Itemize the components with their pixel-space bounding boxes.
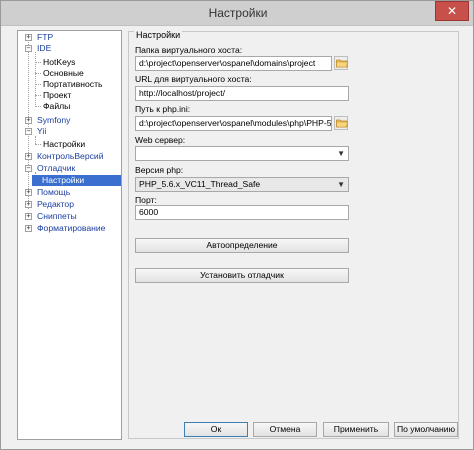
expand-icon[interactable]: + <box>25 213 32 220</box>
tree-item-project[interactable]: Проект <box>18 90 121 101</box>
port-input[interactable]: 6000 <box>135 205 349 220</box>
web-server-select[interactable]: ▼ <box>135 146 349 161</box>
tree-item-label: Основные <box>43 68 84 78</box>
web-server-label: Web сервер: <box>135 135 186 145</box>
tree-item-label: Портативность <box>43 79 103 89</box>
tree-item-editor[interactable]: + Редактор <box>18 199 121 210</box>
tree-item-portability[interactable]: Портативность <box>18 79 121 90</box>
tree-item-version-control[interactable]: + КонтрольВерсий <box>18 151 121 162</box>
tree-item-snippets[interactable]: + Сниппеты <box>18 211 121 222</box>
tree-item-hotkeys[interactable]: HotKeys <box>18 57 121 68</box>
tree-item-ftp[interactable]: + FTP <box>18 32 121 43</box>
folder-icon <box>336 59 348 68</box>
folder-icon <box>336 119 348 128</box>
tree-item-help[interactable]: + Помощь <box>18 187 121 198</box>
expand-icon[interactable]: + <box>25 201 32 208</box>
tree-item-label: Настройки <box>43 139 86 149</box>
expand-icon[interactable]: + <box>25 117 32 124</box>
apply-button[interactable]: Применить <box>323 422 389 437</box>
tree-item-general[interactable]: Основные <box>18 68 121 79</box>
tree-item-yii-settings[interactable]: Настройки <box>18 139 121 150</box>
tree-item-label: Yii <box>37 126 47 136</box>
chevron-down-icon: ▼ <box>337 180 345 189</box>
settings-window: Настройки ✕ + FTP − IDE HotKeys Основные… <box>0 0 474 450</box>
settings-tree[interactable]: + FTP − IDE HotKeys Основные Портативнос… <box>17 30 122 440</box>
tree-item-debugger[interactable]: − Отладчик <box>18 163 121 174</box>
title-bar: Настройки ✕ <box>1 1 473 26</box>
host-folder-browse-button[interactable] <box>334 56 348 70</box>
tree-item-formatting[interactable]: + Форматирование <box>18 223 121 234</box>
window-title: Настройки <box>208 6 268 20</box>
collapse-icon[interactable]: − <box>25 165 32 172</box>
tree-item-debugger-settings[interactable]: Настройки <box>32 175 121 186</box>
php-version-label: Версия php: <box>135 165 184 175</box>
tree-item-label: Symfony <box>37 115 71 125</box>
php-ini-browse-button[interactable] <box>334 116 348 130</box>
collapse-icon[interactable]: − <box>25 128 32 135</box>
php-ini-label: Путь к php.ini: <box>135 104 191 114</box>
port-label: Порт: <box>135 195 157 205</box>
default-button[interactable]: По умолчанию <box>394 422 458 437</box>
expand-icon[interactable]: + <box>25 225 32 232</box>
php-version-select[interactable]: PHP_5.6.x_VC11_Thread_Safe ▼ <box>135 177 349 192</box>
ok-button[interactable]: Ок <box>184 422 248 437</box>
host-folder-input[interactable]: d:\project\openserver\ospanel\domains\pr… <box>135 56 332 71</box>
host-url-label: URL для виртуального хоста: <box>135 74 252 84</box>
install-debugger-button[interactable]: Установить отладчик <box>135 268 349 283</box>
php-ini-input[interactable]: d:\project\openserver\ospanel\modules\ph… <box>135 116 332 131</box>
expand-icon[interactable]: + <box>25 34 32 41</box>
host-folder-label: Папка виртуального хоста: <box>135 45 243 55</box>
tree-item-label: Форматирование <box>37 223 106 233</box>
host-url-input[interactable]: http://localhost/project/ <box>135 86 349 101</box>
tree-item-label: Файлы <box>43 101 71 111</box>
php-version-value: PHP_5.6.x_VC11_Thread_Safe <box>139 179 261 189</box>
tree-item-label: HotKeys <box>43 57 76 67</box>
tree-item-ide[interactable]: − IDE <box>18 43 121 54</box>
tree-item-label: Сниппеты <box>37 211 77 221</box>
tree-item-files[interactable]: Файлы <box>18 101 121 112</box>
cancel-button[interactable]: Отмена <box>253 422 317 437</box>
autodetect-button[interactable]: Автоопределение <box>135 238 349 253</box>
tree-item-label: Проект <box>43 90 72 100</box>
tree-item-label: IDE <box>37 43 52 53</box>
close-button[interactable]: ✕ <box>435 1 469 21</box>
tree-item-label: FTP <box>37 32 54 42</box>
tree-item-label: КонтрольВерсий <box>37 151 104 161</box>
tree-item-yii[interactable]: − Yii <box>18 126 121 137</box>
tree-item-label: Отладчик <box>37 163 76 173</box>
tree-item-label: Помощь <box>37 187 71 197</box>
tree-item-symfony[interactable]: + Symfony <box>18 115 121 126</box>
close-icon: ✕ <box>446 4 458 18</box>
group-title: Настройки <box>134 30 183 40</box>
tree-item-label: Настройки <box>42 175 85 185</box>
expand-icon[interactable]: + <box>25 189 32 196</box>
expand-icon[interactable]: + <box>25 153 32 160</box>
tree-item-label: Редактор <box>37 199 74 209</box>
collapse-icon[interactable]: − <box>25 45 32 52</box>
chevron-down-icon: ▼ <box>337 149 345 158</box>
